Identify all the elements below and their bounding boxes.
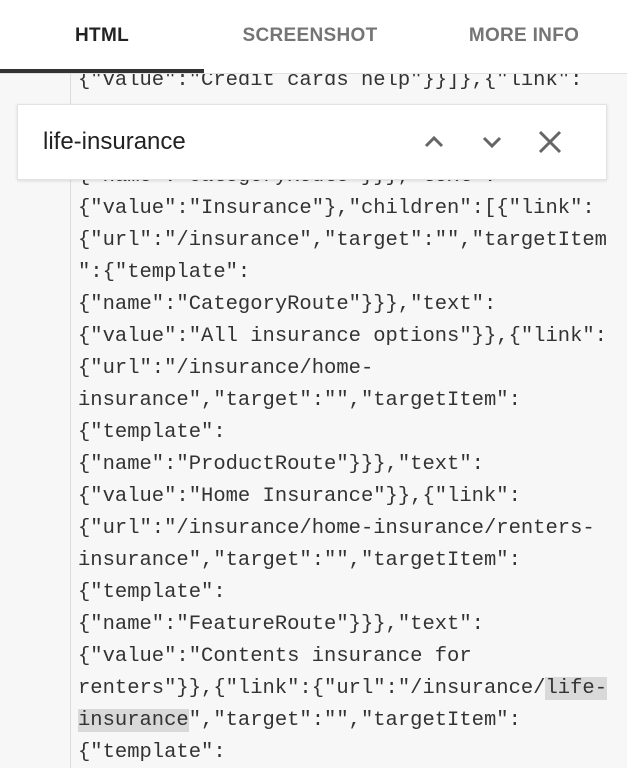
- code-line: {"name":"CategoryRoute"}}},"text":: [78, 293, 497, 316]
- code-line: {"template":: [78, 421, 226, 444]
- code-line: {"name":"FeatureRoute"}}},"text":: [78, 613, 484, 636]
- code-line: {"url":"/insurance/home-: [78, 357, 374, 380]
- code-line: {"url":"/insurance","target":"","targetI…: [78, 229, 607, 252]
- close-icon: [538, 130, 562, 154]
- code-line: {"name":"ProductRoute"}}},"text":: [78, 453, 484, 476]
- code-line: {"template":: [78, 581, 226, 604]
- active-tab-indicator: [0, 69, 204, 73]
- code-line: {"value":"Credit cards help"}}]},{"link"…: [78, 74, 583, 92]
- tab-html[interactable]: HTML: [0, 0, 204, 72]
- tab-more-info[interactable]: MORE INFO: [440, 0, 608, 72]
- code-line: {"url":"/insurance/home-insurance/renter…: [78, 517, 595, 540]
- code-line: ":{"template":: [78, 261, 251, 284]
- code-line: insurance","target":"","targetItem":: [78, 549, 521, 572]
- next-match-button[interactable]: [474, 124, 510, 160]
- code-line: {"template":: [78, 741, 226, 764]
- tab-bar: HTML SCREENSHOT MORE INFO: [0, 0, 627, 74]
- code-line: {"value":"Home Insurance"}},{"link":: [78, 485, 521, 508]
- search-match-highlight: life-: [545, 677, 607, 700]
- code-line: {"value":"Contents insurance for: [78, 645, 472, 668]
- code-line: insurance","target":"","targetItem":: [78, 705, 521, 737]
- search-input[interactable]: [43, 123, 403, 161]
- code-line: {"value":"Insurance"},"children":[{"link…: [78, 197, 595, 220]
- code-text: renters"}},{"link":{"url":"/insurance/: [78, 677, 546, 700]
- code-line: {"value":"All insurance options"}},{"lin…: [78, 325, 607, 348]
- code-text: ","target":"","targetItem":: [188, 709, 521, 732]
- chevron-down-icon: [482, 136, 502, 149]
- previous-match-button[interactable]: [416, 124, 452, 160]
- code-line: insurance","target":"","targetItem":: [78, 389, 521, 412]
- code-line: renters"}},{"link":{"url":"/insurance/li…: [78, 673, 607, 705]
- find-in-page-bar: [17, 104, 607, 180]
- close-search-button[interactable]: [532, 124, 568, 160]
- tab-screenshot[interactable]: SCREENSHOT: [210, 0, 410, 72]
- search-match-highlight: insurance: [78, 709, 189, 732]
- chevron-up-icon: [424, 135, 444, 148]
